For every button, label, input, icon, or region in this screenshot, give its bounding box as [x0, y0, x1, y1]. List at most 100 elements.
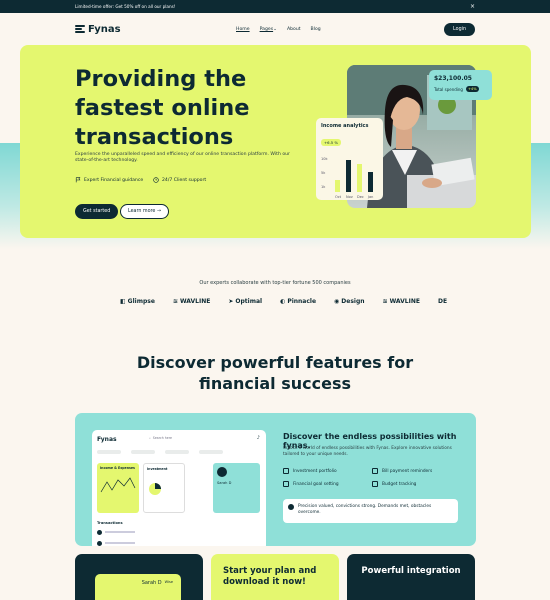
feature-item: Investment portfolio	[283, 468, 337, 474]
partner-name: Optimal	[235, 298, 263, 305]
dashboard-tab	[97, 450, 121, 454]
dashboard-user-card: Sarah D	[213, 463, 260, 513]
balance-amount: $23,100.05	[434, 75, 472, 82]
send-icon: ➤	[228, 298, 234, 305]
login-button[interactable]: Login	[444, 22, 475, 36]
income-bar	[346, 160, 351, 192]
dashboard-tab	[199, 450, 223, 454]
income-line-sparkline	[100, 477, 136, 493]
logo-icon	[75, 25, 85, 33]
y-tick-label: 1k	[321, 185, 326, 189]
balance-badge: +4%	[465, 86, 479, 92]
portfolio-icon	[283, 468, 289, 474]
partner-name: WAVLINE	[389, 298, 420, 305]
balance-label: Total spending	[434, 86, 463, 92]
learn-more-label: Learn more	[128, 209, 156, 214]
partners-title: Our experts collaborate with top-tier fo…	[199, 280, 351, 286]
x-tick-label: Nov	[346, 195, 353, 199]
reminder-icon	[372, 468, 378, 474]
wave-icon: ≋	[382, 298, 388, 305]
partner-logo-wavline: ≋ WAVLINE	[173, 298, 210, 305]
clock-icon	[153, 177, 159, 183]
features-panel-description: Unlock a world of endless possibilities …	[283, 446, 452, 457]
feature-item: Bill payment reminders	[372, 468, 432, 474]
budget-icon	[372, 481, 378, 487]
features-heading-line: financial success	[198, 374, 352, 393]
y-tick-label: 10k	[321, 157, 328, 161]
partner-name: Pinnacle	[287, 298, 317, 305]
dashboard-preview: Fynas ⌕ Search here ♪ Income & Expenses I…	[92, 430, 266, 546]
partner-name: Glimpse	[127, 298, 155, 305]
x-tick-label: Jan	[367, 195, 373, 199]
partner-name: WAVLINE	[179, 298, 211, 305]
feature-item-label: Bill payment reminders	[382, 468, 433, 474]
partner-logo-design: ◉ Design	[334, 298, 365, 305]
balance-card: $23,100.05 Total spending +4%	[429, 70, 492, 100]
pinnacle-icon: ◐	[280, 298, 286, 305]
hero-description: Experience the unparalleled speed and ef…	[75, 152, 290, 164]
avatar	[217, 467, 227, 477]
partner-logo-de: DE	[438, 298, 447, 305]
quote-text: Precision valued, convictions strong. De…	[298, 504, 432, 515]
income-bar-chart: 10k 5k 1k Oct Nov Dec Jan	[321, 157, 373, 199]
feature-item: Financial goal setting	[283, 481, 339, 487]
dashboard-income-card: Income & Expenses	[97, 463, 139, 513]
income-title: Income analytics	[321, 123, 369, 129]
partner-logo-wavline-2: ≋ WAVLINE	[383, 298, 420, 305]
wallet-card-brand: Wise	[164, 580, 173, 584]
income-bar	[335, 180, 340, 192]
investment-pie-icon	[149, 483, 161, 495]
feature-item-label: Financial goal setting	[293, 481, 339, 487]
learn-more-button[interactable]: Learn more →	[120, 204, 169, 219]
search-placeholder: Search here	[152, 436, 172, 440]
plan-card-title: Start your plan and download it now!	[223, 566, 317, 587]
income-analytics-card: Income analytics +6.5 % 10k 5k 1k Oct No…	[316, 118, 383, 200]
design-icon: ◉	[334, 298, 340, 305]
x-tick-label: Dec	[357, 195, 364, 199]
wallet-card: Sarah D Wise	[95, 574, 181, 600]
chevron-down-icon: ⌄	[273, 26, 277, 32]
nav-link-blog[interactable]: Blog	[311, 27, 321, 32]
partner-logos: ◧ Glimpse ≋ WAVLINE ➤ Optimal ◐ Pinnacle ◉ De…	[120, 298, 447, 305]
main-nav: Fynas Home Pages⌄ About Blog Login	[75, 20, 475, 38]
dashboard-search: ⌕ Search here	[149, 436, 172, 440]
nav-link-about[interactable]: About	[287, 27, 301, 32]
feature-item: Budget tracking	[372, 481, 416, 487]
income-bar	[368, 172, 373, 192]
nav-link-home[interactable]: Home	[236, 27, 250, 32]
bottom-card-wallet: Sarah D Wise	[75, 554, 203, 600]
feature-item-label: Investment portfolio	[293, 468, 337, 474]
x-tick-label: Oct	[335, 195, 342, 199]
y-tick-label: 5k	[321, 171, 326, 175]
transaction-row	[97, 529, 259, 535]
hero-feature-support: 24/7 Client support	[153, 177, 206, 183]
hero-feature-guidance: Expert Financial guidance	[75, 177, 143, 183]
dashboard-brand: Fynas	[97, 436, 117, 443]
partner-logo-optimal: ➤ Optimal	[228, 298, 262, 305]
partner-logo-pinnacle: ◐ Pinnacle	[280, 298, 316, 305]
dashboard-investment-title: Investment	[147, 467, 168, 471]
arrow-right-icon: →	[156, 209, 161, 214]
nav-link-pages-label: Pages	[259, 26, 274, 32]
close-icon[interactable]: ×	[470, 3, 475, 10]
nav-link-pages[interactable]: Pages⌄	[260, 27, 277, 32]
brand-logo[interactable]: Fynas	[75, 24, 121, 35]
hero-feature-label: 24/7 Client support	[162, 177, 207, 183]
dashboard-tab	[131, 450, 155, 454]
hero-feature-label: Expert Financial guidance	[84, 177, 144, 183]
bottom-card-plan: Start your plan and download it now!	[211, 554, 339, 600]
search-icon: ⌕	[149, 436, 151, 440]
goal-icon	[283, 481, 289, 487]
partner-logo-glimpse: ◧ Glimpse	[120, 298, 155, 305]
info-icon	[288, 504, 294, 510]
get-started-button[interactable]: Get started	[75, 204, 119, 219]
features-panel: Fynas ⌕ Search here ♪ Income & Expenses I…	[75, 413, 476, 546]
dashboard-transactions-title: Transactions	[97, 521, 123, 525]
brand-name: Fynas	[88, 23, 121, 35]
integration-card-title: Powerful integration	[361, 566, 461, 576]
announcement-bar: Limited-time offer: Get 50% off on all o…	[0, 0, 550, 13]
glimpse-icon: ◧	[120, 298, 126, 305]
wave-icon: ≋	[172, 298, 178, 305]
features-heading-line: Discover powerful features for	[136, 353, 414, 372]
dashboard-tab	[165, 450, 189, 454]
